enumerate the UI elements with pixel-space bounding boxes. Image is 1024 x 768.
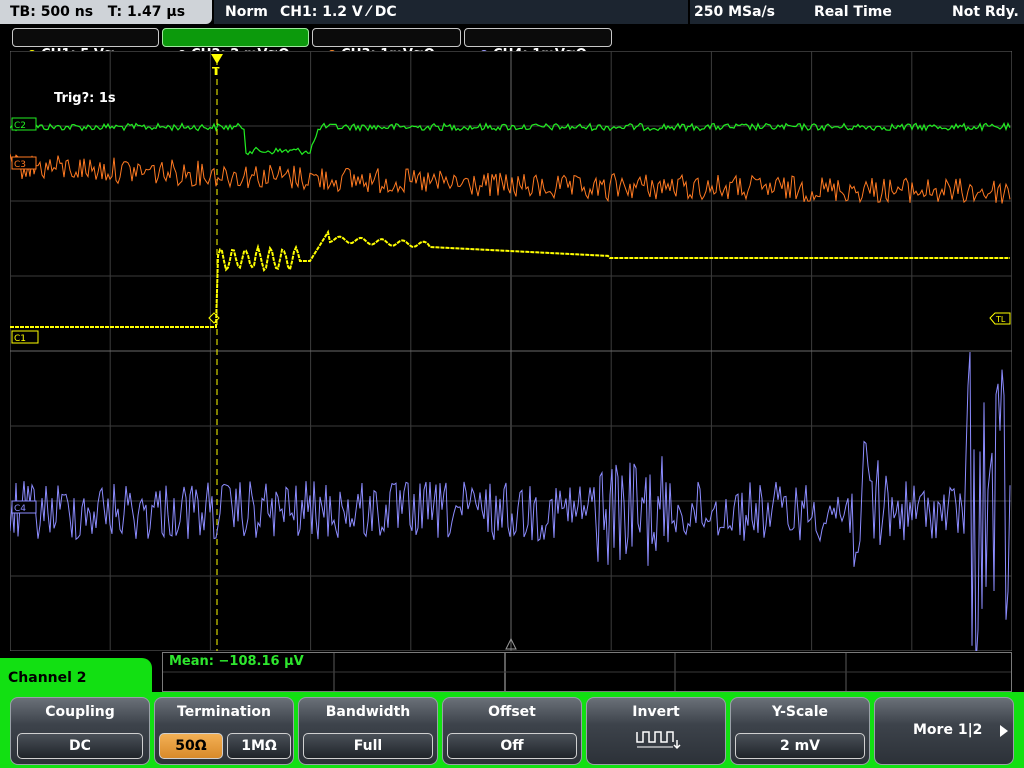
invert-title: Invert <box>632 704 680 720</box>
tab-ch1[interactable]: CH1: 5 V≅ <box>12 28 159 62</box>
trigger-t-label: T <box>212 65 220 78</box>
termination-50ohm[interactable]: 50Ω <box>159 733 223 759</box>
right-arrow-icon <box>1000 725 1008 737</box>
timebase-readout[interactable]: TB: 500 ns T: 1.47 µs <box>0 0 212 24</box>
trigger-level-label: TL <box>995 315 1006 324</box>
sample-rate: 250 MSa/s <box>694 4 776 20</box>
ch4-offset-marker[interactable]: C4 <box>11 500 37 514</box>
bandwidth-title: Bandwidth <box>325 704 411 720</box>
status-bar: TB: 500 ns T: 1.47 µs Norm CH1: 1.2 V ⁄ … <box>0 0 1024 26</box>
ch1-offset-marker[interactable]: C1 <box>11 330 39 344</box>
acquisition-mode: Real Time <box>814 4 892 20</box>
more-label: More 1|2 <box>913 722 983 738</box>
ch3-marker-label: C3 <box>14 160 26 170</box>
inverted-square-wave-icon <box>636 731 681 750</box>
mean-measurement[interactable]: Mean: −108.16 µV <box>169 654 304 669</box>
acquisition-status: Not Rdy. <box>952 4 1019 20</box>
tab-ch2[interactable]: CH2: 2 mV≅Ω <box>162 28 309 62</box>
offset-value[interactable]: Off <box>447 733 577 759</box>
invert-softkey[interactable]: Invert <box>586 697 726 765</box>
trigger-source[interactable]: CH1: 1.2 V ⁄ DC <box>280 0 397 24</box>
y-scale-title: Y-Scale <box>771 704 828 720</box>
ch3-offset-marker[interactable]: C3 <box>11 156 37 170</box>
coupling-title: Coupling <box>45 704 115 720</box>
trigger-level-marker[interactable]: TL <box>989 312 1011 325</box>
tab-ch4[interactable]: CH4: 1mV≅Ω <box>464 28 612 62</box>
tab-ch3[interactable]: CH3: 1mV≅Ω <box>312 28 461 62</box>
termination-1mohm[interactable]: 1MΩ <box>227 733 291 759</box>
coupling-value[interactable]: DC <box>17 733 143 759</box>
coupling-softkey[interactable]: Coupling DC <box>10 697 150 765</box>
trigger-annotation: Trig?: 1s <box>54 91 116 106</box>
ch1-marker-label: C1 <box>14 334 26 344</box>
ch4-marker-label: C4 <box>14 504 26 514</box>
more-softkey[interactable]: More 1|2 <box>874 697 1014 765</box>
trigger-mode[interactable]: Norm <box>225 0 268 24</box>
offset-title: Offset <box>488 704 536 720</box>
termination-title: Termination <box>177 704 271 720</box>
bandwidth-value[interactable]: Full <box>303 733 433 759</box>
bandwidth-softkey[interactable]: Bandwidth Full <box>298 697 438 765</box>
menu-title-channel-2: Channel 2 <box>0 658 152 698</box>
ch2-marker-label: C2 <box>14 121 26 131</box>
waveform-display[interactable]: T Trig?: 1s C2 C3 C1 C4 TL <box>10 51 1012 651</box>
termination-softkey[interactable]: Termination 50Ω 1MΩ <box>154 697 294 765</box>
offset-softkey[interactable]: Offset Off <box>442 697 582 765</box>
y-scale-value[interactable]: 2 mV <box>735 733 865 759</box>
ch2-offset-marker[interactable]: C2 <box>11 117 37 131</box>
y-scale-softkey[interactable]: Y-Scale 2 mV <box>730 697 870 765</box>
